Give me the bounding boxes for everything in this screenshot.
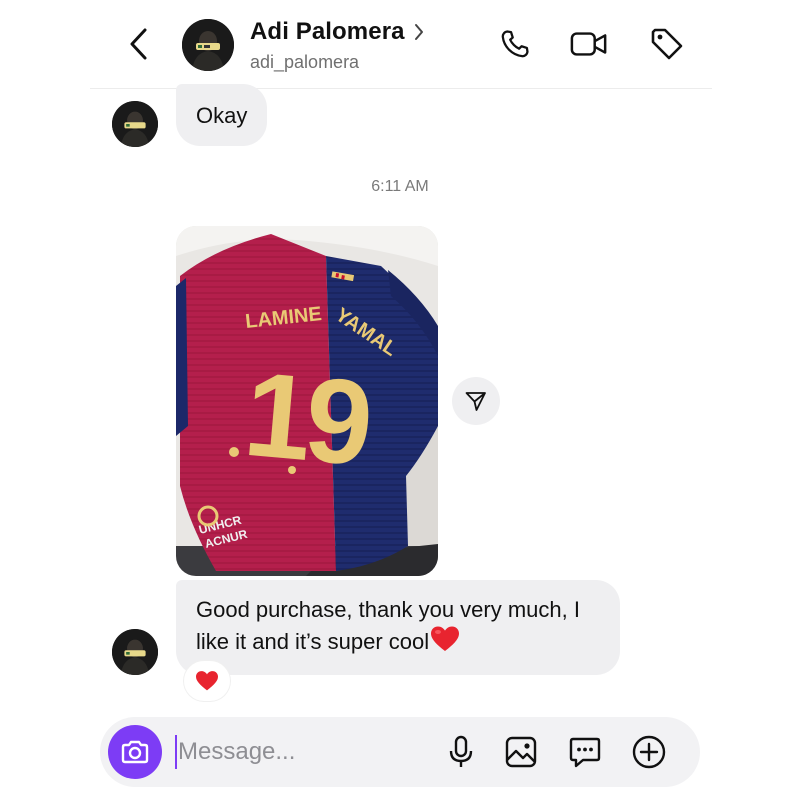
video-icon [570, 32, 607, 56]
avatar[interactable] [112, 629, 158, 675]
tag-button[interactable] [648, 25, 686, 63]
message-composer [100, 717, 700, 787]
message-bubble[interactable]: Good purchase, thank you very much, I li… [176, 580, 620, 675]
contact-username: adi_palomera [250, 52, 360, 72]
sticker-button[interactable] [566, 733, 604, 771]
gallery-button[interactable] [502, 733, 540, 771]
send-icon [465, 392, 486, 411]
voice-message-button[interactable] [442, 733, 480, 771]
call-button[interactable] [496, 25, 534, 63]
tag-icon [651, 28, 683, 60]
microphone-icon [449, 735, 473, 767]
gallery-icon [505, 736, 537, 768]
contact-name[interactable]: Adi Palomera [250, 18, 405, 46]
camera-icon [121, 740, 149, 764]
video-call-button[interactable] [570, 25, 608, 63]
message-text: Okay [196, 102, 248, 128]
message-input[interactable] [178, 729, 428, 775]
chat-header: Adi Palomera adi_palomera [0, 0, 800, 88]
message-text: Good purchase, thank you very much, I li… [196, 597, 580, 654]
red-heart-emoji [430, 625, 460, 661]
contact-name-row[interactable]: Adi Palomera [250, 18, 427, 46]
chevron-right-icon [413, 21, 427, 43]
shared-photo[interactable]: LAMINE YAMAL 19 UNHCR ACNUR [176, 226, 438, 576]
message-reaction[interactable] [184, 661, 230, 701]
text-caret [175, 735, 177, 769]
svg-text:19: 19 [239, 347, 374, 491]
message-timestamp: 6:11 AM [371, 178, 429, 195]
red-heart-icon [196, 671, 218, 691]
phone-icon [501, 30, 529, 58]
plus-icon [632, 735, 666, 769]
sticker-icon [569, 737, 601, 768]
share-button[interactable] [452, 377, 500, 425]
avatar[interactable] [182, 19, 234, 71]
avatar[interactable] [112, 101, 158, 147]
more-options-button[interactable] [630, 733, 668, 771]
back-icon [130, 28, 147, 60]
back-button[interactable] [122, 26, 154, 62]
camera-button[interactable] [108, 725, 162, 779]
message-bubble[interactable]: Okay [176, 84, 268, 146]
